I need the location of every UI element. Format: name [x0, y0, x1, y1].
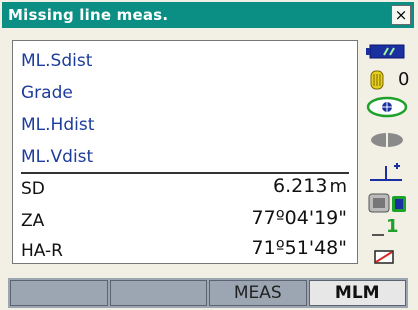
sd-unit: m	[329, 176, 347, 197]
meas-softkey[interactable]: MEAS	[209, 280, 307, 306]
sd-value: 6.213 m	[273, 175, 347, 197]
window-title: Missing line meas.	[8, 6, 169, 24]
ml-hdist-item[interactable]: ML.Hdist	[21, 115, 94, 135]
ml-sdist-item[interactable]: ML.Sdist	[21, 51, 92, 71]
sd-label: SD	[21, 179, 45, 199]
tilt-icon[interactable]	[368, 160, 406, 188]
softkey-1[interactable]	[10, 280, 108, 306]
battery-icon[interactable]	[366, 44, 408, 64]
target-icon[interactable]	[366, 96, 408, 122]
softkey-bar: MEAS MLM	[8, 278, 408, 308]
prism-icon[interactable]	[370, 70, 384, 94]
signal-icon[interactable]	[370, 220, 386, 242]
grade-item[interactable]: Grade	[21, 83, 73, 103]
ha-r-value: 71º51'48"	[251, 237, 347, 259]
laser-icon[interactable]	[370, 132, 404, 152]
signal-level: 1	[386, 216, 399, 237]
sd-number: 6.213	[273, 175, 328, 197]
ml-vdist-item[interactable]: ML.Vdist	[21, 147, 93, 167]
divider	[21, 172, 349, 174]
prism-constant: 0	[398, 69, 410, 90]
za-label: ZA	[21, 211, 45, 231]
measurement-panel: ML.Sdist Grade ML.Hdist ML.Vdist SD 6.21…	[12, 40, 358, 264]
close-button[interactable]: ×	[391, 5, 411, 25]
ha-r-label: HA-R	[21, 241, 63, 261]
softkey-2[interactable]	[109, 280, 207, 306]
mlm-softkey[interactable]: MLM	[308, 280, 406, 306]
status-sidebar: 0 1	[364, 36, 414, 276]
za-value: 77º04'19"	[251, 207, 347, 229]
title-bar: Missing line meas. ×	[2, 2, 414, 28]
input-mode-icon[interactable]	[374, 248, 396, 270]
